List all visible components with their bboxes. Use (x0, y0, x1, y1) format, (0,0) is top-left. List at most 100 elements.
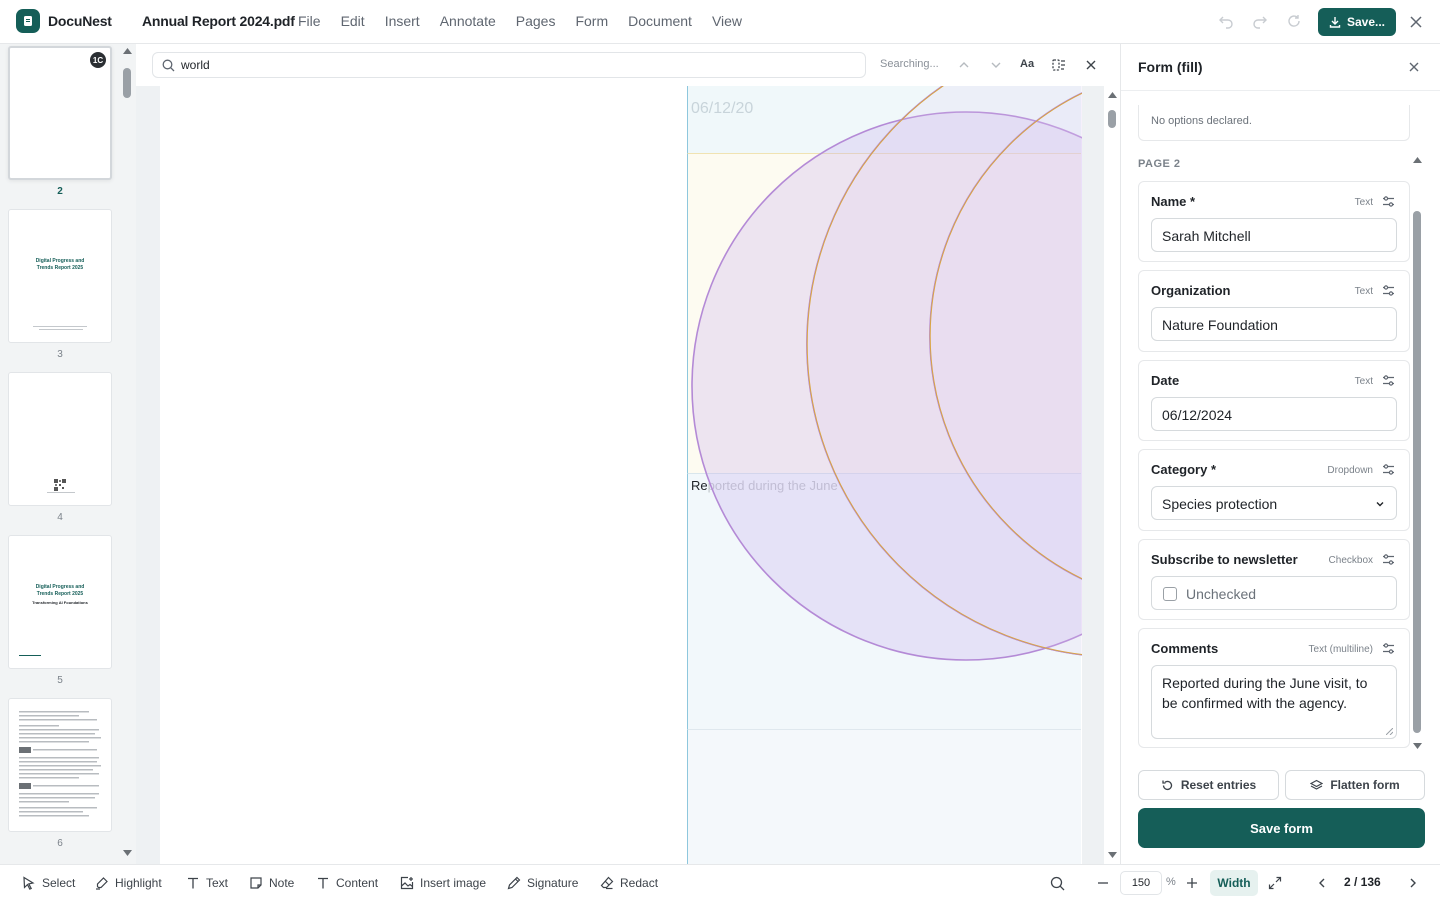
newsletter-checkbox-field[interactable]: Unchecked (1151, 576, 1397, 610)
scroll-down-icon[interactable] (123, 850, 132, 856)
whole-word-icon[interactable] (1051, 57, 1067, 73)
menu-view[interactable]: View (712, 13, 742, 29)
circle-annotations[interactable] (160, 86, 1082, 864)
tool-signature[interactable]: Signature (507, 876, 578, 890)
close-panel-icon[interactable] (1407, 60, 1421, 74)
date-input[interactable]: 06/12/2024 (1151, 397, 1397, 431)
thumbnail-page-4[interactable] (8, 372, 112, 506)
search-bar: Searching... Aa (136, 44, 1120, 86)
field-type: Text (multiline) (1308, 644, 1373, 655)
bottom-toolbar: Select Highlight Text Note Content Inser… (0, 864, 1440, 900)
tool-note[interactable]: Note (249, 876, 294, 890)
next-match-icon[interactable] (988, 57, 1004, 73)
field-settings-icon[interactable] (1382, 374, 1395, 387)
field-settings-icon[interactable] (1382, 553, 1395, 566)
field-settings-icon[interactable] (1382, 642, 1395, 655)
tool-select[interactable]: Select (22, 876, 75, 890)
save-form-button[interactable]: Save form (1138, 808, 1425, 848)
field-card-name: Name * Text Sarah Mitchell (1138, 181, 1410, 262)
comments-textarea[interactable]: Reported during the June visit, to be co… (1151, 665, 1397, 739)
text-icon (188, 877, 198, 889)
previous-page-icon[interactable] (1315, 876, 1329, 890)
menu-insert[interactable]: Insert (385, 13, 420, 29)
menu-bar: File Edit Insert Annotate Pages Form Doc… (298, 13, 762, 29)
tool-insert-image[interactable]: Insert image (400, 876, 486, 890)
menu-form[interactable]: Form (575, 13, 608, 29)
search-icon[interactable] (1050, 876, 1065, 891)
menu-annotate[interactable]: Annotate (440, 13, 496, 29)
thumbnail-scrollbar[interactable] (120, 44, 136, 864)
field-card-organization: Organization Text Nature Foundation (1138, 270, 1410, 352)
chevron-down-icon (1374, 498, 1386, 510)
fit-width-button[interactable]: Width (1210, 870, 1258, 896)
field-type: Checkbox (1328, 555, 1373, 566)
thumbnail-page-6[interactable] (8, 698, 112, 832)
flatten-form-button[interactable]: Flatten form (1285, 770, 1425, 800)
panel-scrollbar[interactable] (1411, 151, 1423, 763)
canvas-scrollbar[interactable] (1104, 86, 1120, 864)
panel-scrollbar-thumb[interactable] (1413, 211, 1421, 733)
field-settings-icon[interactable] (1382, 284, 1395, 297)
refresh-icon[interactable] (1286, 13, 1302, 29)
scroll-up-icon[interactable] (1108, 92, 1117, 98)
redo-icon[interactable] (1252, 13, 1268, 29)
thumbnail-number: 5 (57, 675, 63, 686)
scroll-down-icon[interactable] (1413, 743, 1422, 749)
tool-highlight[interactable]: Highlight (95, 876, 162, 890)
thumbnail-scrollbar-thumb[interactable] (123, 68, 131, 98)
field-label: Category * (1151, 462, 1217, 477)
field-settings-icon[interactable] (1382, 195, 1395, 208)
field-card-comments: Comments Text (multiline) Reported durin… (1138, 628, 1410, 748)
tool-text[interactable]: Text (186, 876, 228, 890)
no-options-text: No options declared. (1151, 115, 1252, 127)
pdf-page[interactable]: 06/12/20 Reported during the June (160, 86, 1082, 864)
menu-document[interactable]: Document (628, 13, 692, 29)
name-input[interactable]: Sarah Mitchell (1151, 218, 1397, 252)
next-page-icon[interactable] (1406, 876, 1420, 890)
scroll-down-icon[interactable] (1108, 852, 1117, 858)
tool-content[interactable]: Content (316, 876, 378, 890)
thumbnail-page-5[interactable]: Digital Progress and Trends Report 2025 … (8, 535, 112, 669)
zoom-out-icon[interactable] (1096, 876, 1110, 890)
menu-edit[interactable]: Edit (341, 13, 365, 29)
fullscreen-icon[interactable] (1268, 876, 1282, 890)
field-settings-icon[interactable] (1382, 463, 1395, 476)
top-bar: DocuNest Annual Report 2024.pdf File Edi… (0, 0, 1440, 44)
match-case-button[interactable]: Aa (1020, 58, 1036, 74)
zoom-input[interactable]: 150 (1120, 871, 1162, 895)
pointer-icon (23, 876, 35, 890)
canvas-scrollbar-thumb[interactable] (1108, 110, 1116, 128)
zoom-in-icon[interactable] (1185, 876, 1199, 890)
search-input[interactable] (181, 57, 841, 73)
thumbnail-page-3[interactable]: Digital Progress and Trends Report 2025 (8, 209, 112, 343)
organization-input[interactable]: Nature Foundation (1151, 307, 1397, 341)
form-fields-list[interactable]: No options declared. PAGE 2 Name * Text … (1121, 91, 1440, 763)
thumbnail-title: Digital Progress and Trends Report 2025 (35, 584, 85, 597)
thumbnail-panel: 1C 2 Digital Progress and Trends Report … (0, 44, 136, 864)
document-canvas[interactable]: 06/12/20 Reported during the June (136, 86, 1104, 864)
save-button[interactable]: Save... (1318, 8, 1396, 36)
highlighter-icon (96, 877, 108, 890)
search-input-box[interactable] (152, 52, 866, 78)
reset-entries-button[interactable]: Reset entries (1138, 770, 1279, 800)
previous-match-icon[interactable] (956, 57, 972, 73)
page-section-label: PAGE 2 (1138, 158, 1181, 170)
category-select[interactable]: Species protection (1151, 486, 1397, 520)
menu-pages[interactable]: Pages (516, 13, 556, 29)
newsletter-checkbox[interactable] (1163, 587, 1177, 601)
document-logo-icon (24, 16, 32, 26)
menu-file[interactable]: File (298, 13, 321, 29)
thumbnail-title: Digital Progress and Trends Report 2025 (35, 258, 85, 271)
field-card-date: Date Text 06/12/2024 (1138, 360, 1410, 441)
field-type: Text (1354, 286, 1373, 297)
close-search-icon[interactable] (1083, 57, 1099, 73)
thumbnail-page-2[interactable]: 1C (8, 46, 112, 180)
tool-redact[interactable]: Redact (600, 876, 658, 890)
scroll-up-icon[interactable] (123, 48, 132, 54)
resize-handle-icon[interactable] (1386, 728, 1393, 735)
field-label: Subscribe to newsletter (1151, 552, 1298, 567)
undo-icon[interactable] (1218, 13, 1234, 29)
scroll-up-icon[interactable] (1413, 157, 1422, 163)
search-status: Searching... (880, 58, 939, 70)
close-window-icon[interactable] (1408, 14, 1424, 30)
